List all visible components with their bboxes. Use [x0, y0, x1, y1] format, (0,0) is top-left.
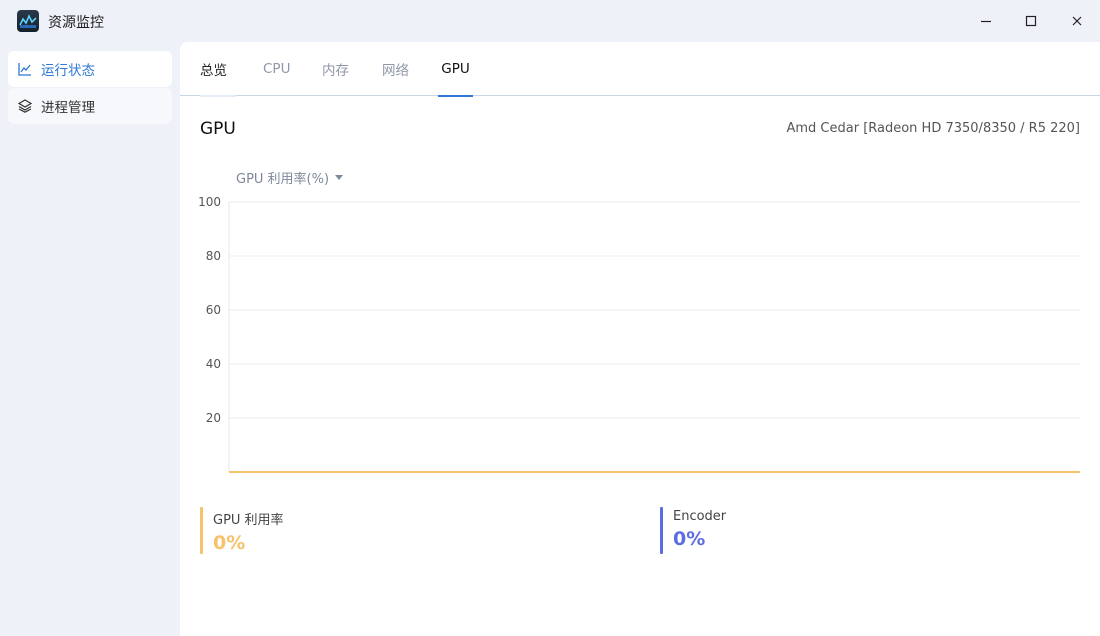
caret-down-icon [335, 175, 344, 180]
app-logo-icon [17, 10, 39, 32]
tab-label: 总览 [200, 63, 227, 79]
y-tick-label: 60 [206, 303, 221, 317]
tab-memory[interactable]: 内存 [322, 42, 349, 96]
metric-dropdown-label: GPU 利用率(%) [236, 172, 330, 187]
tab-overview[interactable]: 总览 [200, 42, 236, 97]
sidebar-item-label: 运行状态 [41, 63, 95, 79]
close-icon [1072, 16, 1082, 26]
stat-gpu-usage: GPU 利用率 0% [200, 507, 284, 554]
stat-encoder: Encoder 0% [660, 507, 726, 554]
metric-dropdown[interactable]: GPU 利用率(%) [236, 168, 344, 187]
maximize-button[interactable] [1019, 9, 1043, 33]
active-tab-indicator [438, 95, 473, 97]
y-tick-label: 40 [206, 357, 221, 371]
y-tick-label: 80 [206, 249, 221, 263]
line-chart-icon [18, 62, 32, 76]
layers-icon [18, 99, 32, 113]
main-panel: 总览 CPU 内存 网络 GPU GPU Amd Cedar [Radeon H… [180, 42, 1100, 636]
minimize-icon [981, 20, 991, 23]
tab-label: 内存 [322, 63, 349, 79]
section-title: GPU [200, 119, 236, 139]
tab-cpu[interactable]: CPU [263, 42, 290, 96]
stat-value: 0% [213, 532, 246, 554]
tab-bar: 总览 CPU 内存 网络 GPU [180, 42, 1100, 97]
tab-label: 网络 [382, 63, 409, 79]
maximize-icon [1025, 15, 1037, 27]
stat-value: 0% [673, 528, 706, 550]
title-bar: 资源监控 [0, 0, 1100, 42]
gpu-usage-chart: 100 80 60 40 20 [180, 188, 1100, 478]
stat-color-bar [660, 507, 663, 554]
tab-network[interactable]: 网络 [382, 42, 409, 96]
tab-label: GPU [441, 61, 470, 77]
sidebar-item-label: 进程管理 [41, 100, 95, 116]
sidebar-item-processes[interactable]: 进程管理 [8, 88, 172, 124]
y-tick-label: 20 [206, 411, 221, 425]
tab-gpu[interactable]: GPU [438, 42, 473, 97]
stat-color-bar [200, 507, 203, 554]
gpu-model-name: Amd Cedar [Radeon HD 7350/8350 / R5 220] [786, 121, 1080, 136]
y-tick-label: 100 [198, 195, 221, 209]
tab-label: CPU [263, 61, 291, 77]
minimize-button[interactable] [974, 9, 998, 33]
window-title: 资源监控 [48, 15, 104, 31]
close-button[interactable] [1065, 9, 1089, 33]
stat-label: GPU 利用率 [213, 513, 284, 528]
app-window: 资源监控 运行状态 进程管理 总览 CPU 内存 网络 GPU GPU Amd … [0, 0, 1100, 636]
sidebar-item-status[interactable]: 运行状态 [8, 51, 172, 87]
chart-svg: 100 80 60 40 20 [198, 195, 1080, 473]
tab-underline [200, 95, 236, 97]
sidebar: 运行状态 进程管理 [0, 42, 180, 636]
stat-label: Encoder [673, 509, 727, 524]
